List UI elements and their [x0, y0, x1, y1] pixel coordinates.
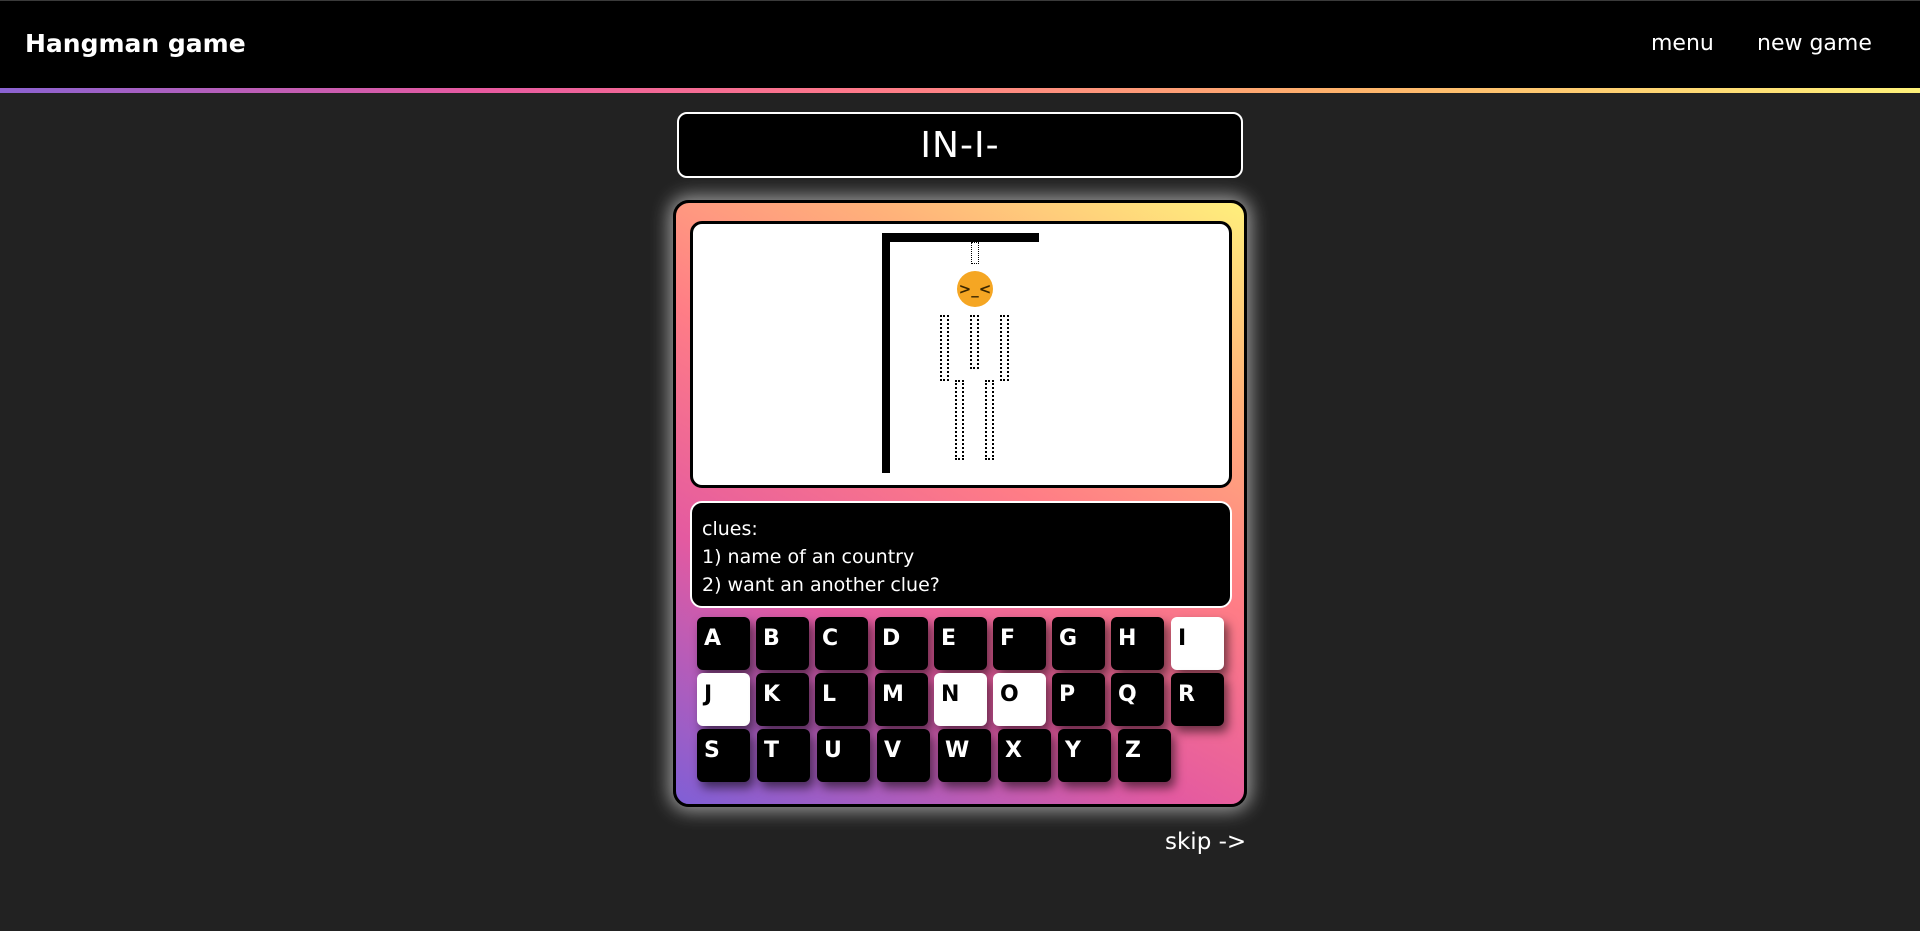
key-m[interactable]: M — [875, 673, 928, 726]
brand-title[interactable]: Hangman game — [25, 29, 246, 58]
key-v[interactable]: V — [877, 729, 930, 782]
key-y[interactable]: Y — [1058, 729, 1111, 782]
key-r[interactable]: R — [1171, 673, 1224, 726]
game-card: >_< clues: 1) name of an country 2) want… — [673, 200, 1247, 807]
key-x[interactable]: X — [998, 729, 1051, 782]
key-h[interactable]: H — [1111, 617, 1164, 670]
clue-item: 1) name of an country — [702, 546, 915, 568]
key-z[interactable]: Z — [1118, 729, 1171, 782]
key-a[interactable]: A — [697, 617, 750, 670]
key-q[interactable]: Q — [1111, 673, 1164, 726]
hangman-left-arm-outline — [940, 315, 949, 381]
key-j[interactable]: J — [697, 673, 750, 726]
clue-item-more[interactable]: 2) want an another clue? — [702, 571, 1220, 599]
key-p[interactable]: P — [1052, 673, 1105, 726]
key-t[interactable]: T — [757, 729, 810, 782]
key-s[interactable]: S — [697, 729, 750, 782]
hangman-body-outline — [970, 315, 979, 369]
hangman-drawing: >_< — [690, 221, 1232, 488]
word-display: IN-I- — [677, 112, 1243, 178]
key-d[interactable]: D — [875, 617, 928, 670]
key-u[interactable]: U — [817, 729, 870, 782]
hangman-right-arm-outline — [1000, 315, 1009, 381]
key-i[interactable]: I — [1171, 617, 1224, 670]
gallows-pole — [882, 233, 890, 473]
key-n[interactable]: N — [934, 673, 987, 726]
key-e[interactable]: E — [934, 617, 987, 670]
key-k[interactable]: K — [756, 673, 809, 726]
key-g[interactable]: G — [1052, 617, 1105, 670]
gallows-beam — [882, 233, 1039, 242]
key-c[interactable]: C — [815, 617, 868, 670]
key-w[interactable]: W — [938, 729, 991, 782]
hangman-right-leg-outline — [985, 380, 994, 460]
key-o[interactable]: O — [993, 673, 1046, 726]
key-l[interactable]: L — [815, 673, 868, 726]
clues-panel: clues: 1) name of an country 2) want an … — [690, 501, 1232, 608]
rope — [971, 242, 979, 264]
key-f[interactable]: F — [993, 617, 1046, 670]
top-navbar: Hangman game menu new game — [0, 0, 1920, 88]
clues-title: clues: — [702, 518, 758, 540]
menu-link[interactable]: menu — [1651, 31, 1714, 56]
hangman-left-leg-outline — [955, 380, 964, 460]
key-b[interactable]: B — [756, 617, 809, 670]
header-gradient-bar — [0, 88, 1920, 93]
skip-link[interactable]: skip -> — [1165, 829, 1246, 855]
new-game-link[interactable]: new game — [1757, 31, 1872, 56]
hangman-head-emoji: >_< — [957, 271, 993, 307]
